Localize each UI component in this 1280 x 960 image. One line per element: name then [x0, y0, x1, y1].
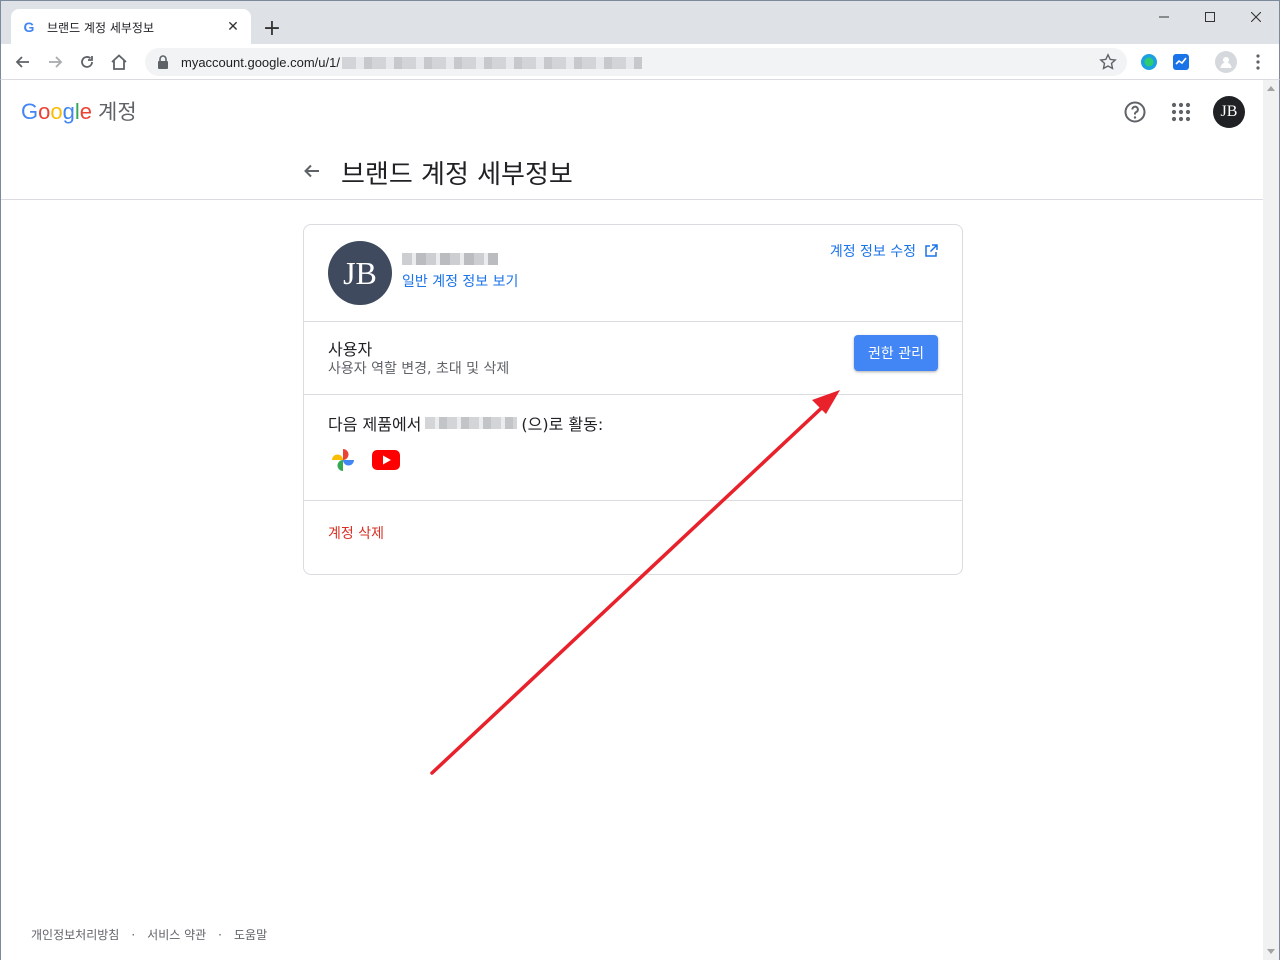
extension-chart-icon[interactable]: [1172, 53, 1190, 71]
help-link[interactable]: 도움말: [234, 926, 267, 943]
page-content: Google 계정 JB 브랜드 계정 세부정보 JB 일반 계정 정보 보기 …: [0, 80, 1264, 960]
account-info-section: JB 일반 계정 정보 보기 계정 정보 수정: [304, 225, 962, 322]
active-products-prefix: 다음 제품에서: [328, 415, 422, 434]
redacted-account-name: [402, 253, 498, 265]
redacted-account-name-inline: [425, 417, 518, 429]
products-section: 다음 제품에서 (으)로 활동:: [304, 395, 962, 501]
page-scrollbar[interactable]: [1263, 80, 1280, 960]
google-account-logo[interactable]: Google 계정: [21, 96, 137, 126]
logo-suffix: 계정: [98, 101, 137, 124]
new-tab-button[interactable]: +: [259, 15, 285, 41]
brand-account-avatar: JB: [328, 241, 392, 305]
lock-icon: [158, 55, 168, 69]
back-button[interactable]: [9, 48, 37, 76]
scroll-down-arrow-icon[interactable]: [1267, 949, 1275, 954]
page-footer: 개인정보처리방침 · 서비스 약관 · 도움말: [31, 926, 267, 943]
youtube-icon[interactable]: [371, 445, 401, 475]
edit-account-info-label: 계정 정보 수정: [829, 244, 916, 260]
footer-separator: ·: [131, 927, 136, 942]
maximize-window-button[interactable]: [1187, 5, 1233, 29]
privacy-policy-link[interactable]: 개인정보처리방침: [31, 926, 119, 943]
terms-of-service-link[interactable]: 서비스 약관: [147, 926, 206, 943]
url-text: myaccount.google.com/u/1/: [181, 55, 642, 70]
arrow-right-icon: [49, 56, 63, 68]
help-icon[interactable]: [1123, 100, 1147, 124]
bookmark-star-icon[interactable]: [1099, 53, 1117, 71]
close-tab-icon[interactable]: ✕: [225, 19, 241, 35]
brand-account-card: JB 일반 계정 정보 보기 계정 정보 수정 사용자 사용자 역할 변경, 초…: [303, 224, 963, 575]
more-vertical-icon: [1256, 54, 1260, 70]
account-avatar[interactable]: JB: [1213, 96, 1245, 128]
open-in-new-icon: [925, 244, 938, 257]
browser-tab-strip: G 브랜드 계정 세부정보 ✕ +: [0, 0, 1280, 45]
reload-icon: [81, 56, 93, 68]
logo-letter: g: [62, 99, 75, 124]
back-arrow-icon[interactable]: [299, 158, 325, 184]
google-favicon-icon: G: [23, 19, 35, 35]
close-icon: [1251, 12, 1261, 22]
browser-tab[interactable]: G 브랜드 계정 세부정보 ✕: [11, 9, 251, 45]
minimize-icon: [1159, 16, 1169, 18]
forward-button[interactable]: [41, 48, 69, 76]
home-icon: [111, 54, 127, 70]
browser-toolbar: myaccount.google.com/u/1/: [0, 44, 1280, 80]
google-photos-icon[interactable]: [328, 445, 358, 475]
home-button[interactable]: [105, 48, 133, 76]
extension-circle-icon[interactable]: [1140, 53, 1158, 71]
logo-letter: G: [21, 99, 39, 124]
apps-grid-icon[interactable]: [1169, 100, 1193, 124]
address-bar[interactable]: myaccount.google.com/u/1/: [145, 48, 1127, 76]
maximize-icon: [1205, 12, 1215, 22]
logo-letter: o: [38, 99, 51, 124]
browser-menu-button[interactable]: [1249, 51, 1267, 73]
users-description: 사용자 역할 변경, 초대 및 삭제: [328, 361, 510, 377]
tab-title: 브랜드 계정 세부정보: [47, 20, 154, 35]
delete-account-link[interactable]: 계정 삭제: [328, 523, 384, 543]
logo-letter: e: [79, 99, 93, 124]
minimize-window-button[interactable]: [1141, 5, 1187, 29]
manage-permissions-button[interactable]: 권한 관리: [854, 335, 938, 371]
page-title-row: 브랜드 계정 세부정보: [1, 144, 1264, 200]
reload-button[interactable]: [73, 48, 101, 76]
users-section: 사용자 사용자 역할 변경, 초대 및 삭제 권한 관리: [304, 322, 962, 395]
person-icon: [1220, 57, 1232, 68]
browser-profile-button[interactable]: [1215, 51, 1237, 73]
arrow-left-icon: [15, 56, 29, 68]
footer-separator: ·: [218, 927, 222, 942]
page-title: 브랜드 계정 세부정보: [341, 160, 573, 190]
active-products-text: 다음 제품에서 (으)로 활동:: [328, 411, 603, 435]
view-general-account-link[interactable]: 일반 계정 정보 보기: [402, 271, 518, 291]
google-account-header: Google 계정 JB: [1, 80, 1264, 144]
edit-account-info-link[interactable]: 계정 정보 수정: [830, 241, 938, 261]
redacted-url: [341, 57, 642, 70]
logo-letter: o: [50, 99, 63, 124]
scroll-up-arrow-icon[interactable]: [1267, 86, 1275, 91]
close-window-button[interactable]: [1233, 5, 1279, 29]
active-products-suffix: (으)로 활동:: [521, 415, 604, 434]
url-visible: myaccount.google.com/u/1/: [181, 54, 340, 70]
users-title: 사용자: [328, 340, 373, 359]
delete-section: 계정 삭제: [304, 501, 962, 575]
